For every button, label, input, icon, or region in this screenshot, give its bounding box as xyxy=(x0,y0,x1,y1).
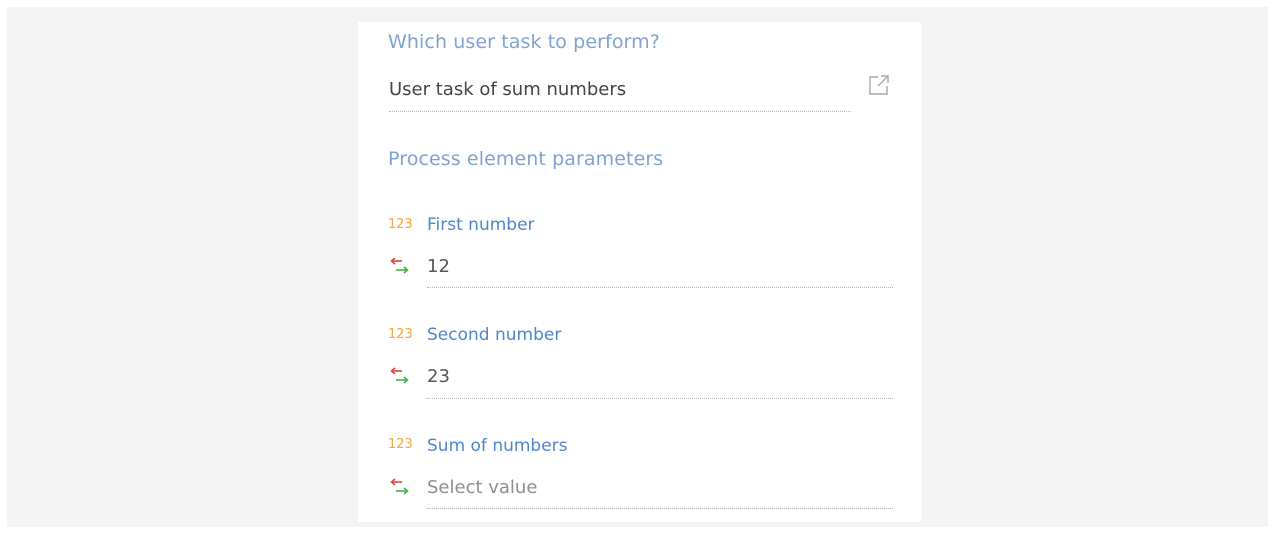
user-task-field-underline xyxy=(389,111,851,112)
second-number-value-field[interactable]: 23 xyxy=(427,366,450,387)
parameter-mapping-icon[interactable] xyxy=(389,477,411,499)
task-section-title: Which user task to perform? xyxy=(388,31,660,53)
parameter-mapping-icon[interactable] xyxy=(389,366,411,388)
sum-of-numbers-value-field[interactable]: Select value xyxy=(427,477,537,498)
first-number-value-field[interactable]: 12 xyxy=(427,256,450,277)
parameter-label-second-number: Second number xyxy=(427,325,562,345)
number-type-badge: 123 xyxy=(388,327,413,342)
parameters-section-title: Process element parameters xyxy=(388,148,664,170)
sum-of-numbers-field-underline xyxy=(427,508,893,509)
external-link-icon[interactable] xyxy=(867,73,891,97)
first-number-field-underline xyxy=(427,287,893,288)
number-type-badge: 123 xyxy=(388,437,413,452)
parameter-label-sum-of-numbers: Sum of numbers xyxy=(427,436,568,456)
parameter-label-first-number: First number xyxy=(427,215,535,235)
number-type-badge: 123 xyxy=(388,217,413,232)
parameter-mapping-icon[interactable] xyxy=(389,256,411,278)
second-number-field-underline xyxy=(427,398,893,399)
user-task-field[interactable]: User task of sum numbers xyxy=(389,79,626,100)
